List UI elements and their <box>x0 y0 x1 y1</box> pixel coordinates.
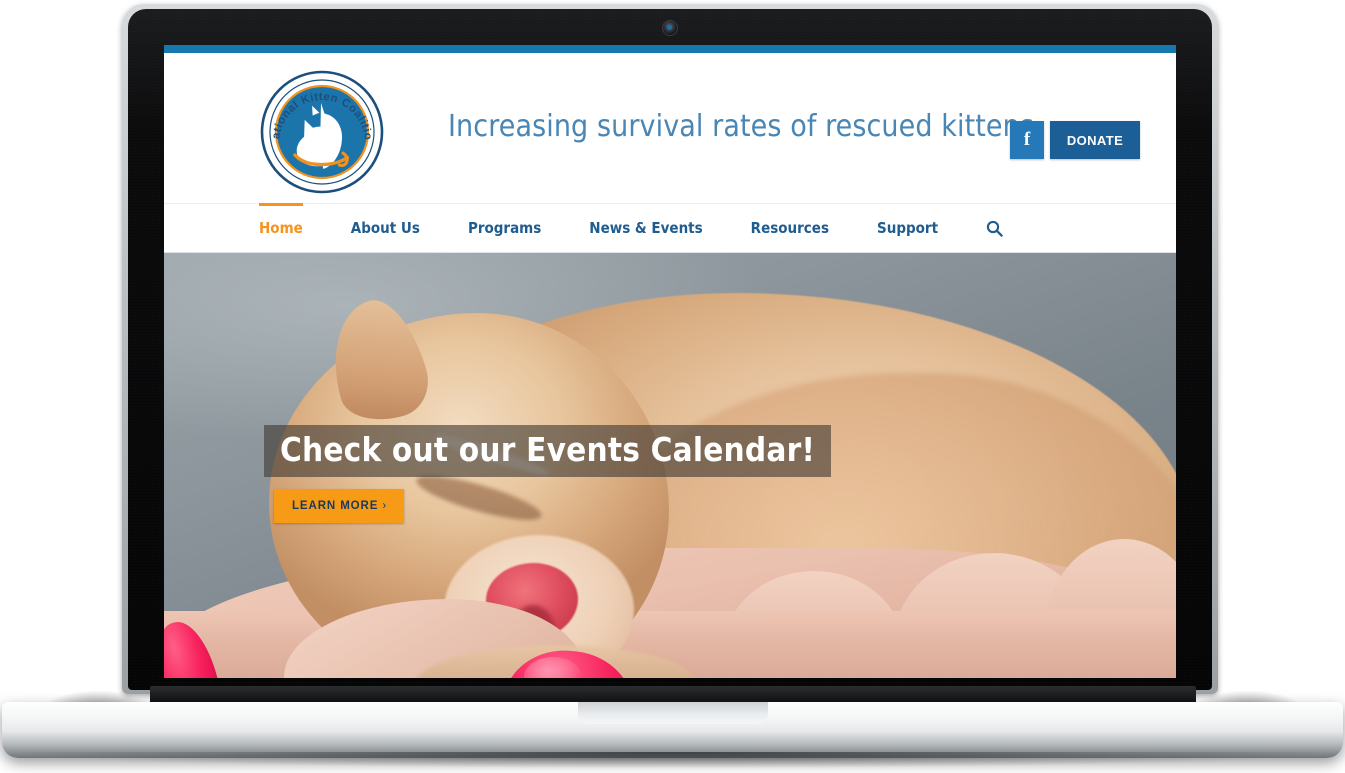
hero-banner: Check out our Events Calendar! LEARN MOR… <box>164 253 1176 678</box>
site-tagline: Increasing survival rates of rescued kit… <box>448 109 1035 144</box>
laptop-base-notch <box>578 702 768 724</box>
nav-item-resources[interactable]: Resources <box>751 204 829 252</box>
nav-item-support[interactable]: Support <box>877 204 938 252</box>
nav-item-home[interactable]: Home <box>259 203 303 252</box>
nav-item-programs[interactable]: Programs <box>468 204 541 252</box>
learn-more-label: LEARN MORE <box>292 500 379 512</box>
learn-more-button[interactable]: LEARN MORE › <box>274 489 405 523</box>
national-kitten-coalition-logo[interactable]: National Kitten Coalition <box>259 69 385 195</box>
site-header: National Kitten Coalition Increasing sur… <box>164 53 1176 203</box>
main-navigation: Home About Us Programs News & Events Res… <box>164 203 1176 253</box>
donate-button[interactable]: DONATE <box>1050 121 1140 159</box>
webcam-icon <box>663 21 677 35</box>
screenshot-stage: National Kitten Coalition Increasing sur… <box>0 0 1345 773</box>
search-icon[interactable] <box>986 204 1003 252</box>
website-viewport: National Kitten Coalition Increasing sur… <box>164 45 1176 678</box>
nav-item-about-us[interactable]: About Us <box>351 204 420 252</box>
facebook-button[interactable]: f <box>1010 121 1044 159</box>
top-accent-bar <box>164 45 1176 53</box>
hero-caption: Check out our Events Calendar! <box>264 425 832 477</box>
chevron-right-icon: › <box>382 500 388 512</box>
nav-items: Home About Us Programs News & Events Res… <box>259 203 1003 252</box>
hero-title: Check out our Events Calendar! <box>280 430 816 469</box>
nav-item-news-events[interactable]: News & Events <box>589 204 702 252</box>
header-button-group: f DONATE <box>1010 121 1140 159</box>
laptop-screen: National Kitten Coalition Increasing sur… <box>164 45 1176 678</box>
laptop-ground-shadow <box>20 752 1325 768</box>
